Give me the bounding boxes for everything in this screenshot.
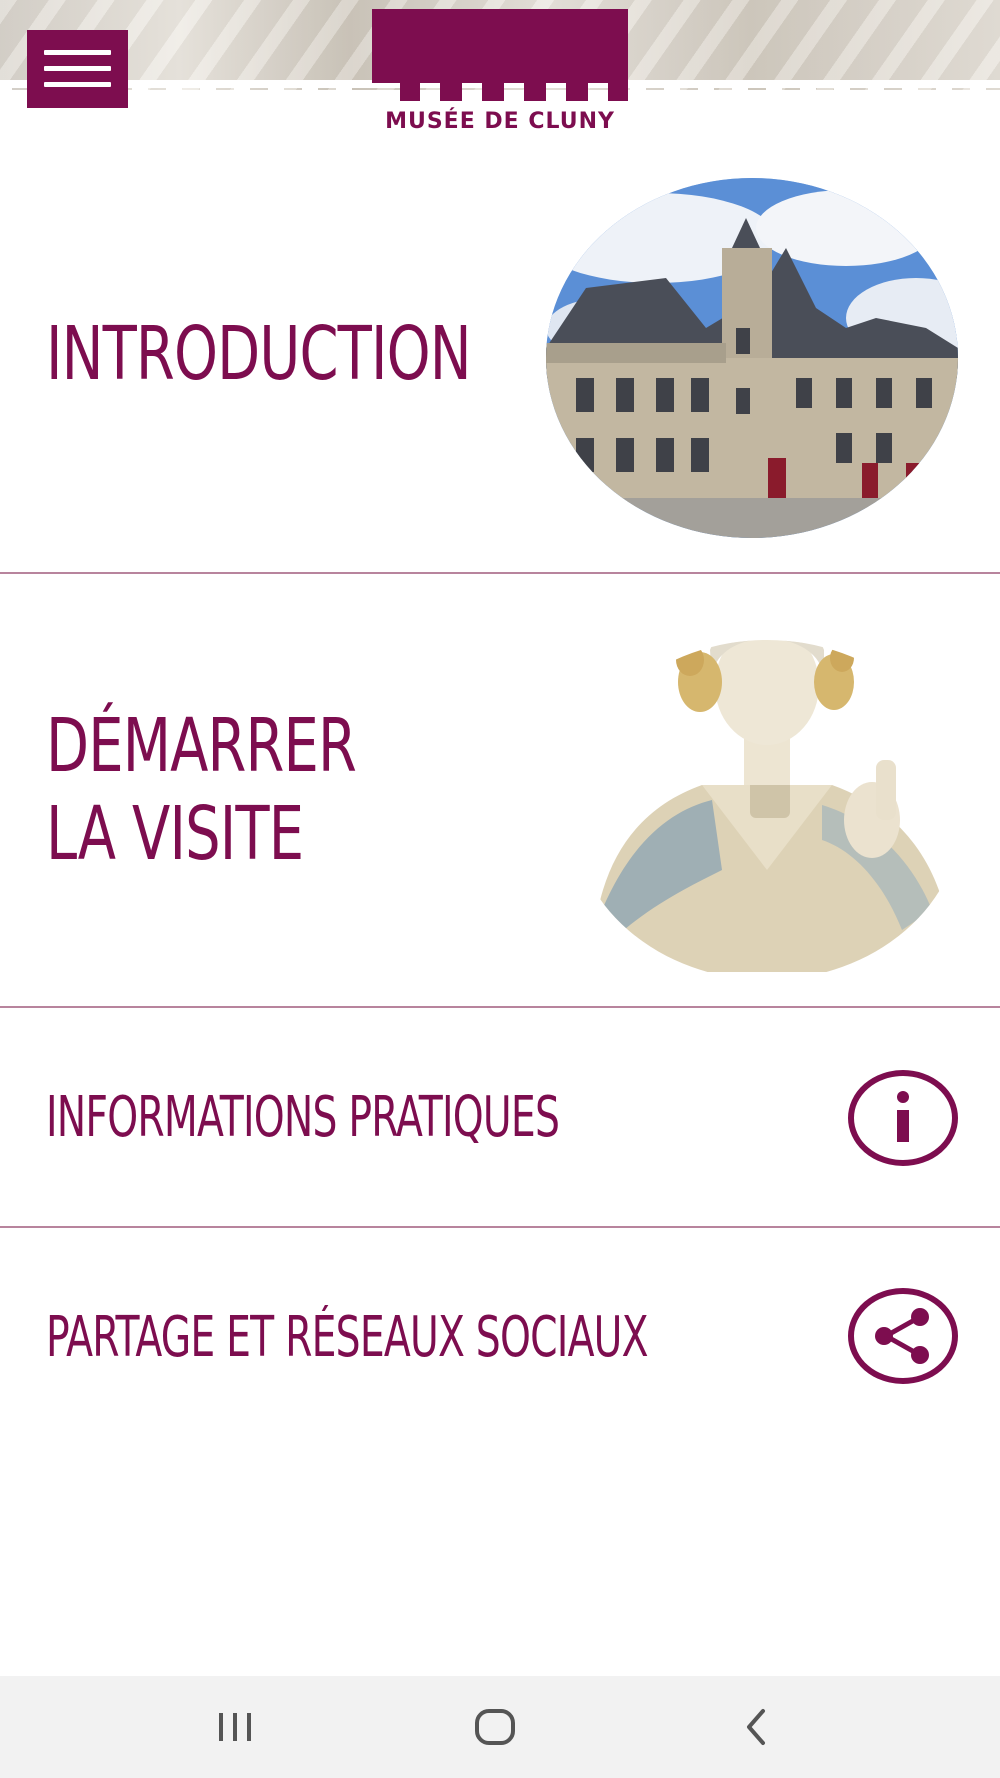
menu-item-start-visit[interactable]: DÉMARRER LA VISITE <box>0 574 1000 1008</box>
home-button[interactable] <box>465 1702 525 1752</box>
hamburger-menu-button[interactable] <box>27 30 128 108</box>
share-icon <box>848 1288 958 1384</box>
medieval-sculpture-bust-photo <box>572 610 962 972</box>
back-button[interactable] <box>726 1702 786 1752</box>
system-navigation-bar <box>0 1676 1000 1778</box>
app-header: MUSÉE DE CLUNY <box>0 0 1000 140</box>
share-social-label: PARTAGE ET RÉSEAUX SOCIAUX <box>46 1305 649 1370</box>
menu-item-share-social[interactable]: PARTAGE ET RÉSEAUX SOCIAUX <box>0 1228 1000 1448</box>
museum-name: MUSÉE DE CLUNY <box>385 109 615 134</box>
start-visit-label: DÉMARRER LA VISITE <box>46 702 357 878</box>
menu-item-introduction[interactable]: INTRODUCTION <box>0 140 1000 574</box>
start-visit-label-line2: LA VISITE <box>46 791 304 877</box>
recent-apps-icon <box>219 1713 251 1741</box>
back-icon <box>747 1709 765 1745</box>
home-icon <box>475 1709 515 1745</box>
practical-info-label: INFORMATIONS PRATIQUES <box>46 1085 560 1150</box>
introduction-label: INTRODUCTION <box>46 311 472 397</box>
info-icon <box>848 1070 958 1166</box>
menu-item-practical-info[interactable]: INFORMATIONS PRATIQUES <box>0 1008 1000 1228</box>
recent-apps-button[interactable] <box>205 1702 265 1752</box>
start-visit-label-line1: DÉMARRER <box>46 703 357 789</box>
logo-crenellated-block <box>372 9 628 101</box>
musee-de-cluny-logo[interactable]: MUSÉE DE CLUNY <box>370 9 630 137</box>
hotel-de-cluny-courtyard-photo <box>546 178 958 538</box>
